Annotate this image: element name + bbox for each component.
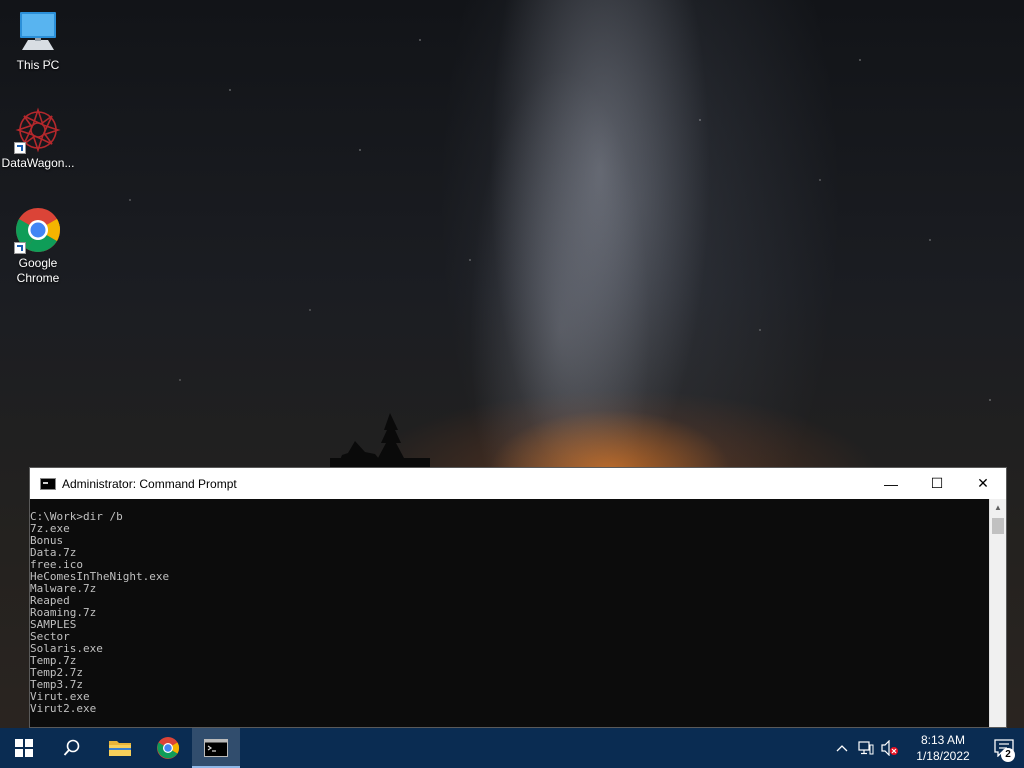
console-line: Data.7z — [30, 546, 77, 559]
datawagon-icon — [14, 106, 62, 154]
console-line: Roaming.7z — [30, 606, 97, 619]
folder-icon — [109, 741, 131, 756]
console-line: HeComesInTheNight.exe — [30, 570, 170, 583]
console-line: Virut2.exe — [30, 702, 97, 715]
clock-time: 8:13 AM — [920, 733, 966, 747]
vertical-scrollbar[interactable]: ▲ — [989, 499, 1006, 727]
taskbar-command-prompt[interactable] — [192, 728, 240, 768]
maximize-button[interactable]: ☐ — [914, 468, 960, 499]
scrollbar-thumb[interactable] — [992, 518, 1004, 534]
console-line: Temp.7z — [30, 654, 77, 667]
console-line: SAMPLES — [30, 618, 77, 631]
action-center-button[interactable]: 2 — [984, 728, 1024, 768]
volume-muted-icon[interactable] — [878, 728, 902, 768]
desktop-icon-chrome[interactable]: Google Chrome — [0, 206, 76, 286]
desktop: This PC DataWagon... Google Chrome Admin… — [0, 0, 1024, 728]
clock-date: 1/18/2022 — [916, 749, 970, 763]
desktop-icon-datawagon[interactable]: DataWagon... — [0, 106, 76, 171]
cmd-icon — [40, 477, 56, 490]
chrome-icon — [157, 737, 179, 759]
window-title: Administrator: Command Prompt — [62, 476, 237, 491]
console-line: Bonus — [30, 534, 64, 547]
window-titlebar[interactable]: Administrator: Command Prompt — ☐ ✕ — [30, 468, 1006, 499]
start-button[interactable] — [0, 728, 48, 768]
taskbar-file-explorer[interactable] — [96, 728, 144, 768]
desktop-icon-label: Google Chrome — [16, 256, 60, 285]
console-line: Reaped — [30, 594, 70, 607]
search-icon — [63, 739, 80, 756]
taskbar-chrome[interactable] — [144, 728, 192, 768]
taskbar: 8:13 AM 1/18/2022 2 — [0, 728, 1024, 768]
console-line: C:\Work>dir /b — [30, 510, 123, 523]
notification-count-badge: 2 — [1001, 748, 1015, 762]
search-button[interactable] — [48, 728, 96, 768]
scroll-up-icon[interactable]: ▲ — [990, 499, 1006, 516]
console-line: 7z.exe — [30, 522, 70, 535]
console-line: Sector — [30, 630, 70, 643]
chrome-icon — [14, 206, 62, 254]
cmd-icon — [204, 739, 228, 757]
desktop-icon-label: This PC — [16, 58, 60, 72]
chevron-up-icon[interactable] — [830, 728, 854, 768]
console-output[interactable]: C:\Work>dir /b 7z.exe Bonus Data.7z free.ico… — [30, 499, 989, 727]
computer-icon — [14, 8, 62, 56]
console-line: Temp3.7z — [30, 678, 83, 691]
shortcut-arrow-icon — [14, 242, 26, 254]
network-icon[interactable] — [854, 728, 878, 768]
console-line: Virut.exe — [30, 690, 90, 703]
minimize-button[interactable]: — — [868, 468, 914, 499]
desktop-icon-label: DataWagon... — [1, 156, 75, 170]
shortcut-arrow-icon — [14, 142, 26, 154]
desktop-icon-this-pc[interactable]: This PC — [0, 8, 76, 73]
windows-logo-icon — [15, 739, 33, 757]
command-prompt-window[interactable]: Administrator: Command Prompt — ☐ ✕ C:\W… — [29, 467, 1007, 728]
console-line: Malware.7z — [30, 582, 97, 595]
taskbar-clock[interactable]: 8:13 AM 1/18/2022 — [908, 732, 978, 764]
console-line: Temp2.7z — [30, 666, 83, 679]
console-line: free.ico — [30, 558, 83, 571]
close-button[interactable]: ✕ — [960, 468, 1006, 499]
wallpaper-trees — [330, 413, 430, 468]
system-tray: 8:13 AM 1/18/2022 2 — [830, 728, 1024, 768]
console-line: Solaris.exe — [30, 642, 103, 655]
